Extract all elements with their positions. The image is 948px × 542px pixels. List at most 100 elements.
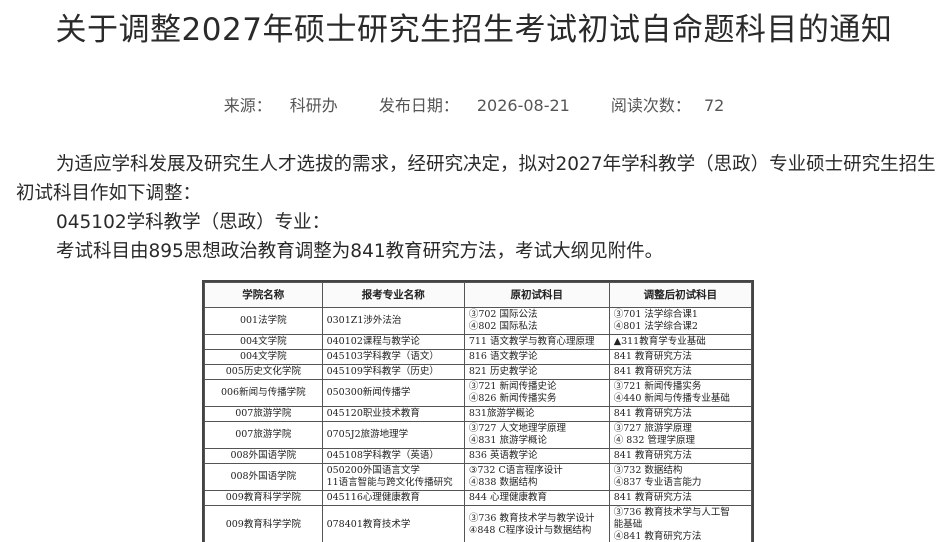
cell-college: 001法学院 bbox=[204, 307, 323, 335]
cell-line: 045109学科教学（历史） bbox=[326, 366, 439, 377]
cell-adjusted-subject: ▲311教育学专业基础 bbox=[608, 334, 752, 350]
cell-line: 008外国语学院 bbox=[230, 450, 297, 461]
cell-line: ④440 新闻与传播专业基础 bbox=[613, 393, 730, 404]
col-header-major: 报考专业名称 bbox=[321, 282, 465, 308]
cell-college: 005历史文化学院 bbox=[204, 364, 323, 380]
page-title: 关于调整2027年硕士研究生招生考试初试自命题科目的通知 bbox=[55, 12, 893, 48]
cell-line: 008外国语学院 bbox=[230, 471, 297, 482]
cell-major: 045120职业技术教育 bbox=[321, 406, 465, 422]
cell-original-subject: 821 历史教学论 bbox=[463, 364, 610, 380]
cell-line: 004文学院 bbox=[239, 336, 287, 347]
cell-line: 841 教育研究方法 bbox=[613, 450, 692, 461]
views-value: 72 bbox=[703, 96, 725, 115]
cell-line: ③721 新闻传播史论 bbox=[468, 381, 557, 392]
table-body: 001法学院 0301Z1涉外法治 ③702 国际公法 ④802 国际私法 ③701 法… bbox=[204, 307, 752, 542]
article-body: 为适应学科发展及研究生人才选拔的需求，经研究决定，拟对2027年学科教学（思政）… bbox=[16, 150, 936, 266]
table-row: 007旅游学院 0705J2旅游地理学 ③727 人文地理学原理 ④831 旅游学概论… bbox=[204, 421, 752, 449]
cell-line: 005历史文化学院 bbox=[225, 366, 301, 377]
article-meta: 来源： 科研办 发布日期： 2026-08-21 阅读次数： 72 bbox=[0, 92, 948, 116]
cell-line: ④831 旅游学概论 bbox=[468, 435, 547, 446]
col-header-original: 原初试科目 bbox=[463, 282, 610, 308]
cell-line: 007旅游学院 bbox=[235, 408, 292, 419]
cell-line: 能基础 bbox=[613, 519, 643, 530]
cell-line: ③727 人文地理学原理 bbox=[468, 423, 566, 434]
cell-line: 045120职业技术教育 bbox=[326, 408, 420, 419]
cell-line: 078401教育技术学 bbox=[326, 519, 411, 530]
cell-line: ③702 国际公法 bbox=[468, 309, 538, 320]
date-label: 发布日期： bbox=[378, 96, 459, 115]
cell-line: ④802 国际私法 bbox=[468, 321, 538, 332]
cell-line: 007旅游学院 bbox=[235, 429, 292, 440]
cell-line: 816 语文教学论 bbox=[468, 351, 538, 362]
cell-college: 004文学院 bbox=[204, 334, 323, 350]
cell-major: 045108学科教学（英语） bbox=[321, 448, 465, 464]
cell-line: 831旅游学概论 bbox=[468, 408, 535, 419]
date-meta: 发布日期： 2026-08-21 bbox=[370, 92, 579, 116]
cell-line: 050200外国语言文学 bbox=[326, 465, 420, 476]
cell-line: 006新闻与传播学院 bbox=[220, 387, 306, 398]
cell-original-subject: ③736 教育技术学与教学设计 ④848 C程序设计与数据结构 bbox=[463, 505, 610, 542]
cell-college: 009教育科学学院 bbox=[204, 490, 323, 506]
cell-college: 008外国语学院 bbox=[204, 448, 323, 464]
table-row: 009教育科学学院 045116心理健康教育 844 心理健康教育 841 教育研究方… bbox=[204, 490, 752, 506]
subject-table-image: 学院名称 报考专业名称 原初试科目 调整后初试科目 001法学院 0301Z1涉外… bbox=[202, 280, 754, 542]
cell-college: 007旅游学院 bbox=[204, 421, 323, 449]
views-meta: 阅读次数： 72 bbox=[602, 92, 733, 116]
cell-line: ④ 832 管理学原理 bbox=[613, 435, 695, 446]
cell-original-subject: 836 英语教学论 bbox=[463, 448, 610, 464]
cell-line: 040102课程与教学论 bbox=[326, 336, 420, 347]
cell-line: 001法学院 bbox=[239, 315, 287, 326]
source-label: 来源： bbox=[223, 96, 272, 115]
cell-line: 004文学院 bbox=[239, 351, 287, 362]
date-value: 2026-08-21 bbox=[476, 96, 570, 115]
cell-adjusted-subject: 841 教育研究方法 bbox=[608, 406, 752, 422]
cell-original-subject: ③732 C语言程序设计 ④838 数据结构 bbox=[463, 463, 610, 491]
cell-college: 007旅游学院 bbox=[204, 406, 323, 422]
table-row: 004文学院 040102课程与教学论 711 语文教学与教育心理原理 ▲311教育学… bbox=[204, 334, 752, 350]
cell-major: 045116心理健康教育 bbox=[321, 490, 465, 506]
table-row: 007旅游学院 045120职业技术教育 831旅游学概论 841 教育研究方法 bbox=[204, 406, 752, 422]
cell-college: 004文学院 bbox=[204, 349, 323, 365]
cell-line: ④801 法学综合课2 bbox=[613, 321, 698, 332]
cell-line: ③727 旅游学原理 bbox=[613, 423, 692, 434]
cell-line: 050300新闻传播学 bbox=[326, 387, 411, 398]
source-meta: 来源： 科研办 bbox=[215, 92, 347, 116]
cell-line: ③732 C语言程序设计 bbox=[468, 465, 563, 476]
cell-major: 050200外国语言文学 11语言智能与跨文化传播研究 bbox=[321, 463, 465, 491]
source-value: 科研办 bbox=[289, 96, 338, 115]
cell-line: 821 历史教学论 bbox=[468, 366, 538, 377]
cell-line: 045116心理健康教育 bbox=[326, 492, 420, 503]
cell-adjusted-subject: ③732 数据结构 ④837 专业语言能力 bbox=[608, 463, 752, 491]
cell-line: ③732 数据结构 bbox=[613, 465, 683, 476]
cell-original-subject: 816 语文教学论 bbox=[463, 349, 610, 365]
views-label: 阅读次数： bbox=[610, 96, 691, 115]
cell-adjusted-subject: 841 教育研究方法 bbox=[608, 448, 752, 464]
cell-college: 009教育科学学院 bbox=[204, 505, 323, 542]
cell-original-subject: ③727 人文地理学原理 ④831 旅游学概论 bbox=[463, 421, 610, 449]
cell-line: 009教育科学学院 bbox=[225, 519, 301, 530]
cell-line: 841 教育研究方法 bbox=[613, 408, 692, 419]
cell-line: 0705J2旅游地理学 bbox=[326, 429, 409, 440]
cell-line: ③736 教育技术学与人工智 bbox=[613, 507, 730, 518]
cell-major: 0705J2旅游地理学 bbox=[321, 421, 465, 449]
cell-adjusted-subject: 841 教育研究方法 bbox=[608, 349, 752, 365]
cell-original-subject: 711 语文教学与教育心理原理 bbox=[463, 334, 610, 350]
cell-original-subject: 831旅游学概论 bbox=[463, 406, 610, 422]
cell-line: 009教育科学学院 bbox=[225, 492, 301, 503]
table-row: 004文学院 045103学科教学（语文） 816 语文教学论 841 教育研究方法 bbox=[204, 349, 752, 365]
cell-line: ④841 教育研究方法 bbox=[613, 531, 702, 542]
cell-line: 045103学科教学（语文） bbox=[326, 351, 439, 362]
subject-table: 学院名称 报考专业名称 原初试科目 调整后初试科目 001法学院 0301Z1涉外… bbox=[204, 282, 752, 542]
cell-major: 040102课程与教学论 bbox=[321, 334, 465, 350]
cell-major: 078401教育技术学 bbox=[321, 505, 465, 542]
cell-line: ④848 C程序设计与数据结构 bbox=[468, 525, 592, 536]
cell-college: 008外国语学院 bbox=[204, 463, 323, 491]
cell-line: 841 教育研究方法 bbox=[613, 492, 692, 503]
cell-line: 836 英语教学论 bbox=[468, 450, 538, 461]
cell-line: ▲311教育学专业基础 bbox=[613, 336, 706, 347]
cell-line: 841 教育研究方法 bbox=[613, 366, 692, 377]
table-row: 008外国语学院 045108学科教学（英语） 836 英语教学论 841 教育研究方… bbox=[204, 448, 752, 464]
cell-adjusted-subject: ③721 新闻传播实务 ④440 新闻与传播专业基础 bbox=[608, 379, 752, 407]
cell-original-subject: ③721 新闻传播史论 ④826 新闻传播实务 bbox=[463, 379, 610, 407]
cell-line: ④838 数据结构 bbox=[468, 477, 538, 488]
